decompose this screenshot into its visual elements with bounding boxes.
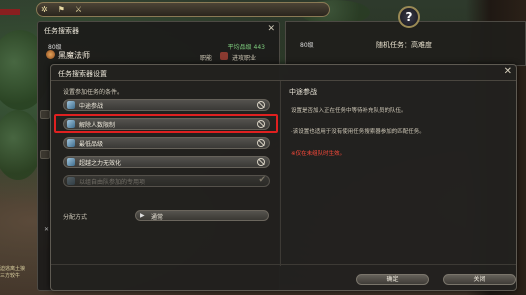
role-value: 进攻职业 bbox=[232, 55, 257, 62]
settings-title: 任务搜索器设置 bbox=[58, 70, 107, 78]
option-label: 最低品级 bbox=[79, 141, 104, 148]
checkmark-icon: ✔ bbox=[258, 175, 266, 185]
job-name: 黑魔法师 bbox=[58, 51, 90, 60]
prohibited-icon bbox=[257, 101, 265, 109]
settings-options-pane: 设置参加任务的条件。 中途参战 解除人数限制 最低品级 超越之力无效化 以组自由… bbox=[51, 81, 276, 266]
close-icon[interactable]: ✕ bbox=[44, 226, 49, 233]
help-icon[interactable]: ? bbox=[398, 6, 420, 28]
minimum-ilvl-icon bbox=[67, 139, 75, 147]
description-line: 设置是否加入正在任务中等待补充队员的队伍。 bbox=[291, 108, 407, 114]
selected-duty-panel: 80级 随机任务：高难度 bbox=[285, 21, 526, 66]
distribution-value: 通常 bbox=[151, 214, 164, 221]
join-in-progress-icon bbox=[67, 101, 75, 109]
play-arrow-icon: ▶ bbox=[140, 212, 145, 219]
prohibited-icon bbox=[257, 158, 265, 166]
top-menu-bar: ✲ ⚑ ⚔ bbox=[36, 2, 330, 17]
role-label: 职能 bbox=[200, 55, 213, 62]
close-icon[interactable]: ✕ bbox=[267, 24, 275, 34]
chat-line: 三方较牛 bbox=[0, 273, 21, 279]
option-label: 以组自由队参加的专用项 bbox=[79, 179, 146, 186]
option-free-party-only: 以组自由队参加的专用项 ✔ bbox=[63, 175, 270, 187]
option-label: 中途参战 bbox=[79, 103, 104, 110]
distribution-select[interactable]: ▶ 通常 bbox=[135, 210, 269, 221]
distribution-label: 分配方式 bbox=[63, 214, 88, 221]
option-join-in-progress[interactable]: 中途参战 bbox=[63, 99, 270, 111]
crossed-swords-icon[interactable]: ⚔ bbox=[75, 5, 82, 14]
side-tab[interactable] bbox=[40, 150, 50, 159]
left-edge-chat-text: 迫逃离土狼 三方较牛 bbox=[0, 266, 25, 280]
settings-gear-icon[interactable]: ✲ bbox=[41, 5, 48, 14]
option-level-sync[interactable]: 超越之力无效化 bbox=[63, 156, 270, 168]
option-label: 超越之力无效化 bbox=[79, 160, 122, 167]
duty-finder-settings-dialog: 任务搜索器设置 ✕ 设置参加任务的条件。 中途参战 解除人数限制 最低品级 超越… bbox=[50, 64, 517, 291]
confirm-button[interactable]: 确定 bbox=[356, 274, 429, 285]
job-icon bbox=[46, 50, 55, 59]
left-edge-tag bbox=[0, 9, 20, 15]
item-level: 平均品级 443 bbox=[227, 44, 265, 51]
description-line: ·该设置也适用于没有使用任务搜索器参加的匹配任务。 bbox=[291, 129, 425, 135]
duty-finder-title: 任务搜索器 bbox=[44, 27, 79, 35]
duty-name: 随机任务：高难度 bbox=[376, 41, 432, 49]
side-tab[interactable] bbox=[40, 110, 50, 119]
chat-line: 迫逃离土狼 bbox=[0, 266, 26, 272]
level-sync-icon bbox=[67, 158, 75, 166]
prohibited-icon bbox=[257, 139, 265, 147]
free-party-icon bbox=[67, 177, 75, 185]
description-warning: ※仅在未组队时生效。 bbox=[291, 151, 346, 157]
close-icon[interactable]: ✕ bbox=[504, 66, 512, 77]
description-title: 中途参战 bbox=[289, 88, 317, 96]
settings-instruction: 设置参加任务的条件。 bbox=[63, 89, 124, 96]
role-icon bbox=[220, 52, 228, 60]
close-button[interactable]: 关闭 bbox=[443, 274, 516, 285]
option-minimum-ilvl[interactable]: 最低品级 bbox=[63, 137, 270, 149]
highlight-box bbox=[54, 114, 278, 133]
dialog-button-bar: 确定 关闭 bbox=[51, 264, 516, 290]
option-description-pane: 中途参战 设置是否加入正在任务中等待补充队员的队伍。 ·该设置也适用于没有使用任… bbox=[280, 81, 516, 266]
duty-level: 80级 bbox=[300, 42, 314, 49]
flag-icon[interactable]: ⚑ bbox=[58, 5, 65, 14]
